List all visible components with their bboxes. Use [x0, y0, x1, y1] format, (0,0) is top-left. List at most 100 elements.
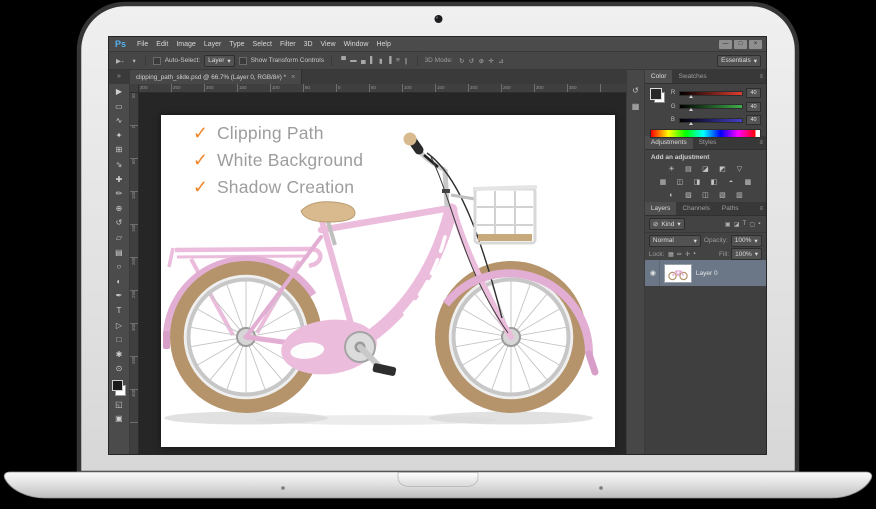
clone-stamp-tool-icon[interactable]: ⊕	[109, 202, 129, 217]
layer-name[interactable]: Layer 0	[696, 270, 718, 277]
path-selection-tool-icon[interactable]: ▷	[109, 319, 129, 334]
lock-image-pixels-icon[interactable]: ✏	[675, 251, 683, 258]
crop-tool-icon[interactable]: ⊞	[109, 143, 129, 158]
tab-paths[interactable]: Paths	[716, 202, 745, 215]
layer-thumbnail[interactable]	[663, 263, 692, 283]
layer-filter-kind-dropdown[interactable]: ⊘ Kind ▾	[648, 218, 685, 230]
rectangle-tool-icon[interactable]: □	[109, 333, 129, 348]
layer-visibility-eye-icon[interactable]: ◉	[647, 260, 660, 286]
auto-select-checkbox[interactable]	[152, 56, 161, 65]
color-lookup-adjustment-icon[interactable]: ▩	[741, 178, 754, 188]
blue-slider[interactable]	[678, 117, 743, 125]
menu-item[interactable]: Type	[225, 41, 248, 48]
distribute-top-edges-icon[interactable]: ≡	[394, 57, 402, 65]
color-balance-adjustment-icon[interactable]: ◫	[673, 178, 686, 188]
brightness-contrast-adjustment-icon[interactable]: ☀	[665, 165, 678, 175]
menu-item[interactable]: 3D	[300, 41, 317, 48]
move-tool-icon[interactable]: ▶	[109, 85, 129, 100]
menu-item[interactable]: Layer	[200, 41, 226, 48]
selective-color-adjustment-icon[interactable]: ▥	[733, 191, 746, 201]
3d-scale-icon[interactable]: ⊿	[496, 57, 506, 65]
distribute-vertical-centers-icon[interactable]: ∥	[402, 57, 410, 65]
filter-shape-layers-icon[interactable]: ▢	[748, 221, 757, 228]
foreground-color-swatch[interactable]	[649, 88, 662, 100]
workspace-switcher[interactable]: Essentials ▾	[717, 54, 761, 67]
hue-saturation-adjustment-icon[interactable]: ▦	[656, 178, 669, 188]
document-tab[interactable]: clipping_path_slide.psd @ 66.7% (Layer 0…	[129, 70, 303, 84]
curves-adjustment-icon[interactable]: ◪	[699, 165, 712, 175]
threshold-adjustment-icon[interactable]: ◫	[699, 191, 712, 201]
zoom-tool-icon[interactable]: ⊙	[109, 362, 129, 377]
invert-adjustment-icon[interactable]: ◐	[665, 191, 678, 201]
tool-preset-caret-icon[interactable]: ▾	[130, 57, 137, 65]
menu-item[interactable]: Filter	[276, 41, 300, 48]
dodge-tool-icon[interactable]: ◐	[109, 275, 129, 290]
show-transform-checkbox[interactable]	[238, 56, 247, 65]
3d-roll-icon[interactable]: ↺	[467, 57, 477, 65]
red-slider[interactable]	[678, 90, 743, 98]
levels-adjustment-icon[interactable]: ▤	[682, 165, 695, 175]
black-white-adjustment-icon[interactable]: ◨	[690, 178, 703, 188]
align-vertical-centers-icon[interactable]: ▬	[348, 57, 359, 65]
spot-healing-brush-tool-icon[interactable]: ✚	[109, 173, 129, 188]
foreground-color-swatch[interactable]	[111, 379, 123, 391]
align-horizontal-centers-icon[interactable]: ▮	[377, 57, 385, 65]
auto-select-target-dropdown[interactable]: Layer ▾	[204, 54, 235, 67]
opacity-dropdown[interactable]: 100% ▾	[730, 234, 762, 247]
hand-tool-icon[interactable]: ✱	[109, 348, 129, 363]
panel-menu-icon[interactable]: ≡	[756, 70, 766, 83]
layer-row[interactable]: ◉ Layer 0	[644, 260, 766, 286]
photo-filter-adjustment-icon[interactable]: ◧	[707, 178, 720, 188]
filter-smart-objects-icon[interactable]: ▪	[757, 221, 762, 228]
menu-item[interactable]: Window	[340, 41, 373, 48]
blend-mode-dropdown[interactable]: Normal ▾	[648, 234, 701, 247]
gradient-tool-icon[interactable]: ▤	[109, 246, 129, 261]
tab-layers[interactable]: Layers	[644, 202, 677, 215]
history-panel-icon[interactable]: ↺	[632, 86, 639, 95]
quick-mask-icon[interactable]: ◱	[109, 398, 129, 413]
history-brush-tool-icon[interactable]: ↺	[109, 216, 129, 231]
panel-menu-icon[interactable]: ≡	[756, 202, 766, 215]
lock-transparent-pixels-icon[interactable]: ▦	[666, 251, 675, 258]
minimize-button[interactable]: —	[719, 39, 732, 49]
filter-pixel-layers-icon[interactable]: ▣	[723, 221, 732, 228]
3d-rotate-icon[interactable]: ↻	[457, 57, 467, 65]
tab-color[interactable]: Color	[644, 70, 673, 83]
exposure-adjustment-icon[interactable]: ◩	[716, 165, 729, 175]
vibrance-adjustment-icon[interactable]: ▽	[733, 165, 746, 175]
properties-panel-icon[interactable]: ▦	[632, 102, 640, 111]
close-button[interactable]: ×	[749, 39, 762, 49]
type-tool-icon[interactable]: T	[109, 304, 129, 319]
green-slider[interactable]	[678, 104, 743, 111]
blue-value[interactable]: 40	[746, 115, 761, 125]
pen-tool-icon[interactable]: ✒	[109, 289, 129, 304]
channel-mixer-adjustment-icon[interactable]: ◓	[724, 178, 737, 188]
eyedropper-tool-icon[interactable]: ⇘	[109, 158, 129, 173]
posterize-adjustment-icon[interactable]: ▨	[682, 191, 695, 201]
close-tab-icon[interactable]: ×	[291, 74, 295, 81]
lasso-tool-icon[interactable]: ∿	[109, 114, 129, 129]
rectangular-marquee-tool-icon[interactable]: ▭	[109, 100, 129, 115]
menu-item[interactable]: Help	[372, 41, 394, 48]
brush-tool-icon[interactable]: ✏	[109, 187, 129, 202]
gradient-map-adjustment-icon[interactable]: ▧	[716, 191, 729, 201]
screen-mode-icon[interactable]: ▣	[109, 412, 129, 427]
tab-swatches[interactable]: Swatches	[672, 70, 712, 83]
blur-tool-icon[interactable]: ○	[109, 260, 129, 275]
menu-item[interactable]: View	[317, 41, 340, 48]
lock-all-icon[interactable]: ▪	[692, 251, 697, 258]
tab-channels[interactable]: Channels	[676, 202, 715, 215]
color-spectrum-ramp[interactable]	[649, 129, 761, 138]
filter-adjustment-layers-icon[interactable]: ◪	[732, 221, 741, 228]
3d-drag-icon[interactable]: ⊕	[476, 57, 486, 65]
restore-button[interactable]: □	[734, 39, 747, 49]
quick-selection-tool-icon[interactable]: ✦	[109, 129, 129, 144]
toolbar-collapse-icon[interactable]: »	[109, 70, 129, 84]
red-value[interactable]: 40	[746, 88, 761, 98]
lock-position-icon[interactable]: ✛	[684, 251, 692, 258]
align-left-edges-icon[interactable]: ▌	[368, 57, 377, 65]
filter-type-layers-icon[interactable]: T	[741, 221, 748, 228]
menu-item[interactable]: Edit	[152, 41, 172, 48]
eraser-tool-icon[interactable]: ▱	[109, 231, 129, 246]
align-right-edges-icon[interactable]: ▐	[385, 57, 394, 65]
